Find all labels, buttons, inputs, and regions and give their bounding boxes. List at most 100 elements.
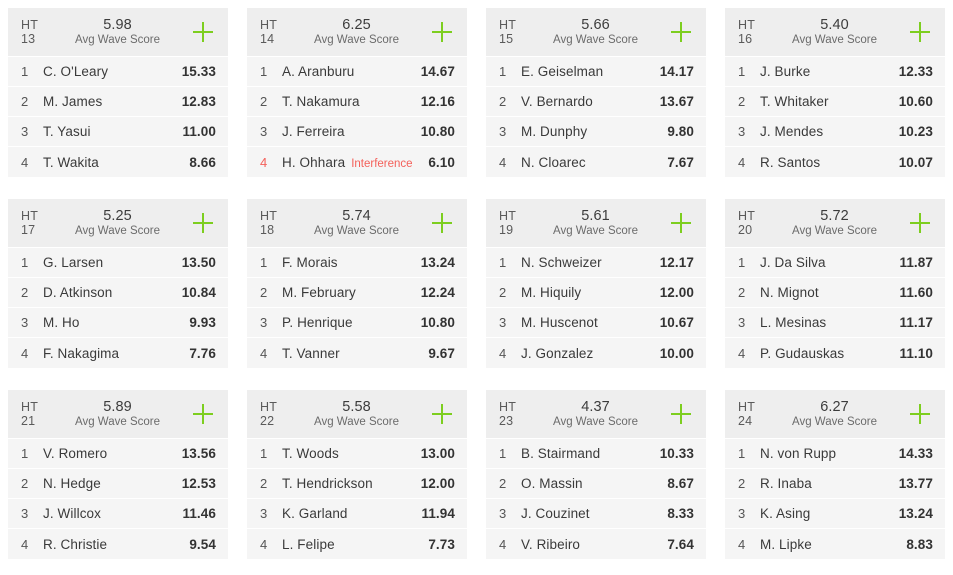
- heat-card: HT 19 5.61 Avg Wave Score 1 N. Schweizer 12.17…: [486, 199, 706, 368]
- athlete-name: B. Stairmand: [521, 446, 601, 461]
- athlete-row[interactable]: 2 T. Hendrickson 12.00: [247, 469, 467, 499]
- athlete-row[interactable]: 3 J. Couzinet 8.33: [486, 499, 706, 529]
- athlete-name: H. Ohhara: [282, 154, 346, 170]
- athlete-row[interactable]: 4 T. Wakita 8.66: [8, 147, 228, 177]
- athlete-rank: 4: [260, 154, 268, 170]
- athlete-row[interactable]: 2 O. Massin 8.67: [486, 469, 706, 499]
- athlete-row[interactable]: 4 T. Vanner 9.67: [247, 338, 467, 368]
- plus-icon[interactable]: [907, 210, 933, 236]
- athlete-row[interactable]: 3 M. Dunphy 9.80: [486, 117, 706, 147]
- athlete-row[interactable]: 3 M. Huscenot 10.67: [486, 308, 706, 338]
- athlete-name: E. Geiselman: [521, 64, 604, 79]
- athlete-name-wrap: T. Hendrickson: [282, 476, 421, 491]
- plus-icon[interactable]: [429, 210, 455, 236]
- athlete-row[interactable]: 3 M. Ho 9.93: [8, 308, 228, 338]
- athlete-row[interactable]: 4 H. Ohhara Interference 6.10: [247, 147, 467, 177]
- athlete-row[interactable]: 3 K. Garland 11.94: [247, 499, 467, 529]
- athlete-row[interactable]: 1 G. Larsen 13.50: [8, 248, 228, 278]
- athlete-row[interactable]: 2 N. Mignot 11.60: [725, 278, 945, 308]
- athlete-row[interactable]: 2 D. Atkinson 10.84: [8, 278, 228, 308]
- athlete-list: 1 N. von Rupp 14.33 2 R. Inaba 13.77 3 K. Asing…: [725, 438, 945, 559]
- heat-header: HT 14 6.25 Avg Wave Score: [247, 8, 467, 56]
- athlete-row[interactable]: 2 V. Bernardo 13.67: [486, 87, 706, 117]
- athlete-row[interactable]: 2 N. Hedge 12.53: [8, 469, 228, 499]
- athlete-row[interactable]: 1 N. von Rupp 14.33: [725, 439, 945, 469]
- athlete-list: 1 E. Geiselman 14.17 2 V. Bernardo 13.67 3 M. D…: [486, 56, 706, 177]
- athlete-row[interactable]: 2 T. Whitaker 10.60: [725, 87, 945, 117]
- athlete-row[interactable]: 3 P. Henrique 10.80: [247, 308, 467, 338]
- plus-icon[interactable]: [668, 19, 694, 45]
- athlete-row[interactable]: 1 E. Geiselman 14.17: [486, 57, 706, 87]
- athlete-rank: 4: [260, 536, 268, 552]
- athlete-row[interactable]: 4 N. Cloarec 7.67: [486, 147, 706, 177]
- athlete-row[interactable]: 1 N. Schweizer 12.17: [486, 248, 706, 278]
- athlete-name-wrap: E. Geiselman: [521, 64, 660, 79]
- plus-icon[interactable]: [907, 19, 933, 45]
- athlete-row[interactable]: 1 A. Aranburu 14.67: [247, 57, 467, 87]
- avg-wave-score-block: 5.66 Avg Wave Score: [523, 17, 668, 47]
- athlete-name: J. Couzinet: [521, 506, 590, 521]
- athlete-row[interactable]: 3 J. Willcox 11.46: [8, 499, 228, 529]
- athlete-row[interactable]: 3 J. Mendes 10.23: [725, 117, 945, 147]
- athlete-row[interactable]: 1 C. O'Leary 15.33: [8, 57, 228, 87]
- athlete-name-wrap: T. Woods: [282, 446, 421, 461]
- plus-icon[interactable]: [907, 401, 933, 427]
- athlete-rank: 4: [21, 345, 29, 361]
- athlete-row[interactable]: 4 M. Lipke 8.83: [725, 529, 945, 559]
- athlete-row[interactable]: 4 R. Santos 10.07: [725, 147, 945, 177]
- athlete-score: 10.07: [898, 154, 933, 170]
- athlete-name: T. Nakamura: [282, 94, 360, 109]
- athlete-row[interactable]: 1 F. Morais 13.24: [247, 248, 467, 278]
- athlete-row[interactable]: 1 T. Woods 13.00: [247, 439, 467, 469]
- athlete-row[interactable]: 2 M. James 12.83: [8, 87, 228, 117]
- athlete-row[interactable]: 1 B. Stairmand 10.33: [486, 439, 706, 469]
- athlete-row[interactable]: 3 L. Mesinas 11.17: [725, 308, 945, 338]
- athlete-score: 6.10: [428, 154, 455, 170]
- athlete-name: L. Mesinas: [760, 315, 827, 330]
- athlete-row[interactable]: 1 V. Romero 13.56: [8, 439, 228, 469]
- athlete-row[interactable]: 4 F. Nakagima 7.76: [8, 338, 228, 368]
- heat-header: HT 16 5.40 Avg Wave Score: [725, 8, 945, 56]
- athlete-name: T. Yasui: [43, 124, 91, 139]
- athlete-row[interactable]: 2 T. Nakamura 12.16: [247, 87, 467, 117]
- heat-header: HT 20 5.72 Avg Wave Score: [725, 199, 945, 247]
- athlete-name: F. Morais: [282, 255, 338, 270]
- plus-icon[interactable]: [668, 401, 694, 427]
- athlete-row[interactable]: 3 K. Asing 13.24: [725, 499, 945, 529]
- athlete-row[interactable]: 3 T. Yasui 11.00: [8, 117, 228, 147]
- athlete-row[interactable]: 4 P. Gudauskas 11.10: [725, 338, 945, 368]
- avg-wave-score-value: 6.25: [342, 17, 371, 33]
- athlete-name-wrap: D. Atkinson: [43, 285, 182, 300]
- athlete-rank: 4: [21, 154, 29, 170]
- athlete-name: P. Henrique: [282, 315, 353, 330]
- plus-icon[interactable]: [190, 401, 216, 427]
- athlete-row[interactable]: 2 M. Hiquily 12.00: [486, 278, 706, 308]
- athlete-row[interactable]: 2 R. Inaba 13.77: [725, 469, 945, 499]
- athlete-row[interactable]: 4 R. Christie 9.54: [8, 529, 228, 559]
- heat-header: HT 15 5.66 Avg Wave Score: [486, 8, 706, 56]
- athlete-row[interactable]: 2 M. February 12.24: [247, 278, 467, 308]
- athlete-score: 12.00: [420, 476, 455, 491]
- avg-wave-score-block: 5.25 Avg Wave Score: [45, 208, 190, 238]
- athlete-row[interactable]: 4 J. Gonzalez 10.00: [486, 338, 706, 368]
- athlete-row[interactable]: 3 J. Ferreira 10.80: [247, 117, 467, 147]
- athlete-row[interactable]: 4 L. Felipe 7.73: [247, 529, 467, 559]
- athlete-name: F. Nakagima: [43, 345, 120, 361]
- plus-icon[interactable]: [429, 19, 455, 45]
- plus-icon[interactable]: [190, 19, 216, 45]
- athlete-row[interactable]: 1 J. Burke 12.33: [725, 57, 945, 87]
- plus-icon[interactable]: [190, 210, 216, 236]
- athlete-name: K. Garland: [282, 506, 348, 521]
- athlete-name-wrap: P. Henrique: [282, 315, 421, 330]
- athlete-score: 13.56: [181, 446, 216, 461]
- avg-wave-score-caption: Avg Wave Score: [313, 416, 399, 428]
- athlete-row[interactable]: 1 J. Da Silva 11.87: [725, 248, 945, 278]
- athlete-name-wrap: T. Vanner: [282, 346, 428, 361]
- plus-icon[interactable]: [668, 210, 694, 236]
- athlete-name-wrap: N. Hedge: [43, 476, 182, 491]
- athlete-name: P. Gudauskas: [760, 345, 845, 361]
- athlete-row[interactable]: 4 V. Ribeiro 7.64: [486, 529, 706, 559]
- athlete-score: 12.24: [420, 285, 455, 300]
- athlete-name-wrap: N. Schweizer: [521, 255, 660, 270]
- plus-icon[interactable]: [429, 401, 455, 427]
